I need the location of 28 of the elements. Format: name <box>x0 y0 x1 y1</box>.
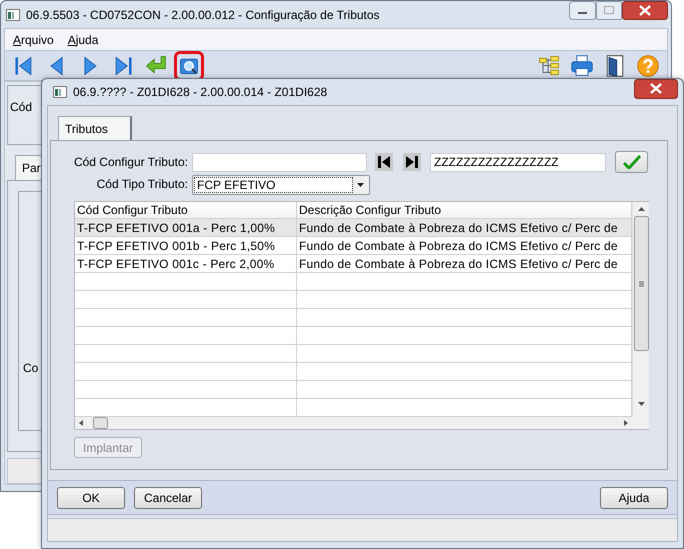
menu-item[interactable]: Ajuda <box>68 32 98 46</box>
window-title: 06.9.5503 - CD0752CON - 2.00.00.012 - Configuração de Tributos <box>26 8 380 22</box>
field-label: Cód Tipo Tributo: <box>96 177 189 191</box>
close-icon[interactable] <box>634 79 678 99</box>
input-field[interactable]: ZZZZZZZZZZZZZZZZZ <box>430 152 606 172</box>
dialog-button[interactable]: Cancelar <box>134 486 202 508</box>
window-icon <box>53 86 67 98</box>
table-cell: T-FCP EFETIVO 001a - Perc 1,00% <box>75 219 297 236</box>
help-button[interactable]: Ajuda <box>600 486 668 508</box>
window-title: 06.9.???? - Z01DI628 - 2.00.00.014 - Z01DI628 <box>73 85 328 99</box>
dialog-button[interactable]: OK <box>57 486 125 508</box>
table-cell: T-FCP EFETIVO 001c - Perc 2,00% <box>75 255 297 272</box>
first-icon[interactable] <box>377 155 391 169</box>
table-cell: T-FCP EFETIVO 001b - Perc 1,50% <box>75 237 297 254</box>
minimize-icon[interactable] <box>569 1 596 20</box>
check-icon <box>622 155 640 169</box>
dropdown[interactable]: FCP EFETIVO <box>192 175 370 195</box>
close-icon[interactable] <box>622 1 668 20</box>
group-label: Cód <box>10 100 32 114</box>
window-icon <box>6 8 20 20</box>
tab[interactable]: Tributos <box>58 116 132 140</box>
input-field[interactable] <box>192 152 367 172</box>
field-label: Cód Configur Tributo: <box>72 155 189 169</box>
field-label: Co <box>23 361 38 375</box>
menu-item[interactable]: Arquivo <box>13 32 54 46</box>
column-header[interactable]: Cód Configur Tributo <box>75 202 297 218</box>
confirm-button[interactable] <box>615 151 648 173</box>
last-icon[interactable] <box>405 155 419 169</box>
